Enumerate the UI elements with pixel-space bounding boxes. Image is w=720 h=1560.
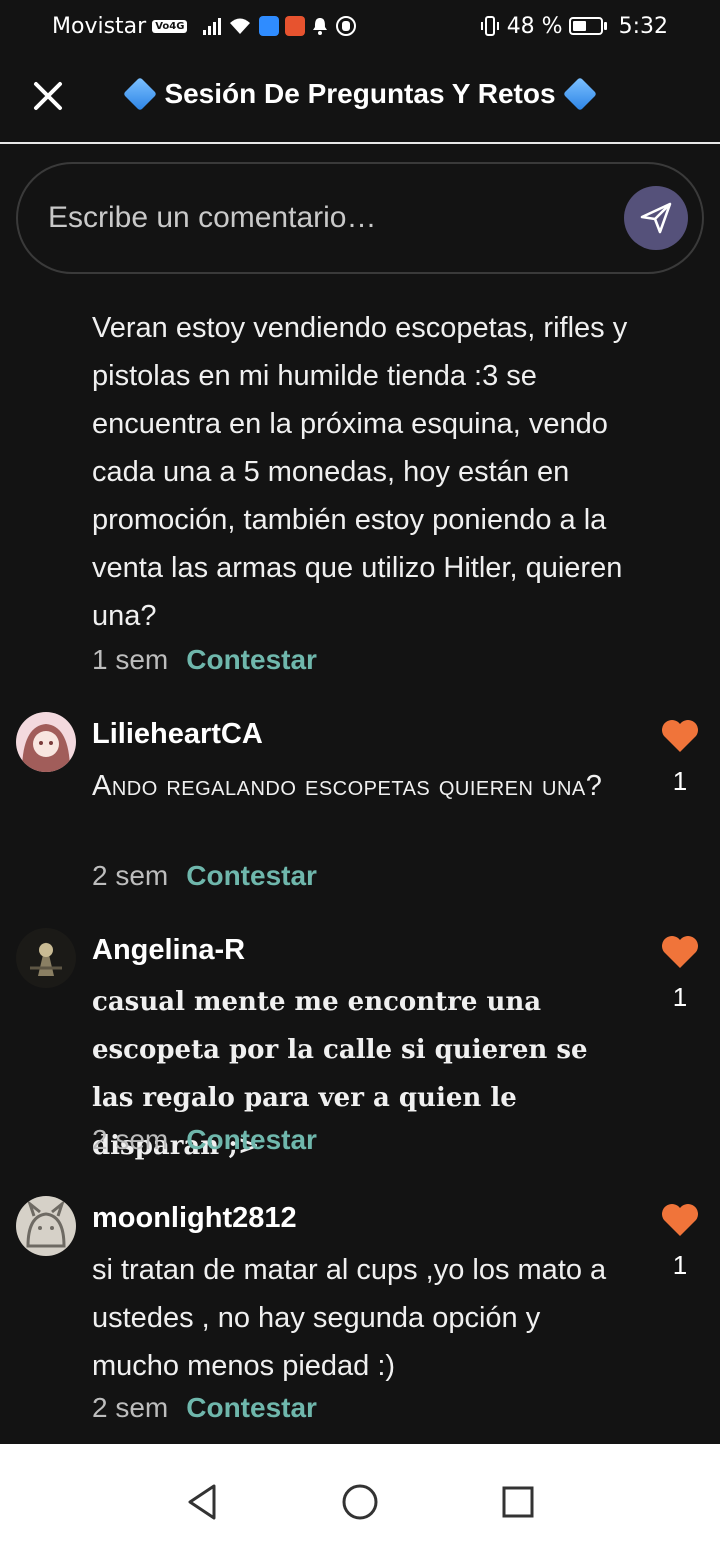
vibrate-icon — [480, 16, 499, 36]
wifi-icon — [230, 18, 251, 34]
comment-time: 2 sem — [92, 1124, 169, 1155]
close-button[interactable] — [26, 74, 70, 118]
reply-button[interactable]: Contestar — [186, 1392, 317, 1424]
close-icon — [34, 82, 62, 110]
comment-meta: 2 sem Contestar — [92, 1392, 317, 1424]
comment-text: Ando regalando escopetas quieren una? — [92, 770, 603, 802]
hand-icon — [336, 16, 357, 36]
send-icon — [640, 202, 672, 234]
battery-percent: 48 % — [506, 13, 563, 39]
home-button[interactable] — [336, 1478, 384, 1526]
like-count: 1 — [672, 1250, 688, 1280]
heart-icon — [662, 936, 698, 968]
shield-icon — [259, 16, 280, 36]
heart-icon — [662, 720, 698, 752]
like-count: 1 — [672, 766, 688, 796]
comments-list: Veran estoy vendiendo escopetas, rifles … — [0, 276, 720, 1442]
comment-meta: 2 sem Contestar — [92, 860, 317, 892]
app-notification-icon — [285, 16, 306, 36]
recents-button[interactable] — [494, 1478, 542, 1526]
recents-square-icon — [502, 1486, 534, 1518]
avatar[interactable] — [16, 712, 76, 772]
reply-button[interactable]: Contestar — [186, 860, 317, 892]
status-bar: Movistar Vo4G 48 % 5:32 — [0, 0, 720, 52]
blue-diamond-icon — [123, 77, 158, 111]
comment-time: 2 sem — [92, 860, 169, 891]
bell-icon — [313, 18, 328, 35]
comment-text: si tratan de matar al cups ,yo los mato … — [92, 1254, 607, 1382]
carrier-label: Movistar — [52, 13, 147, 39]
like-count: 1 — [672, 982, 688, 1012]
send-button[interactable] — [624, 186, 688, 250]
back-button[interactable] — [178, 1478, 226, 1526]
system-nav-bar — [0, 1444, 720, 1560]
comment-input[interactable] — [48, 196, 608, 240]
comment-time: 2 sem — [92, 1392, 169, 1423]
battery-icon — [568, 17, 607, 35]
heart-icon — [662, 1204, 698, 1236]
volte-badge: Vo4G — [152, 19, 188, 33]
header: Sesión De Preguntas Y Retos — [0, 52, 720, 144]
like-control[interactable]: 1 — [658, 718, 702, 797]
page-title-container: Sesión De Preguntas Y Retos — [90, 77, 630, 111]
username[interactable]: LilieheartCA — [92, 718, 263, 751]
reply-button[interactable]: Contestar — [186, 1124, 317, 1156]
comment-meta: 2 sem Contestar — [92, 1124, 317, 1156]
username[interactable]: Angelina-R — [92, 934, 245, 967]
username[interactable]: moonlight2812 — [92, 1202, 297, 1235]
comment-time: 1 sem — [92, 644, 169, 675]
signal-icon — [203, 17, 222, 35]
avatar[interactable] — [16, 928, 76, 988]
like-control[interactable]: 1 — [658, 934, 702, 1013]
blue-diamond-icon — [562, 77, 597, 111]
back-triangle-icon — [188, 1484, 216, 1520]
avatar[interactable] — [16, 1196, 76, 1256]
reply-button[interactable]: Contestar — [186, 644, 317, 676]
comment-meta: 1 sem Contestar — [92, 644, 317, 676]
comment-box — [16, 162, 704, 274]
like-control[interactable]: 1 — [658, 1202, 702, 1281]
comment-text: Veran estoy vendiendo escopetas, rifles … — [92, 312, 628, 632]
clock: 5:32 — [618, 13, 668, 39]
page-title: Sesión De Preguntas Y Retos — [164, 78, 556, 109]
home-circle-icon — [342, 1484, 378, 1520]
